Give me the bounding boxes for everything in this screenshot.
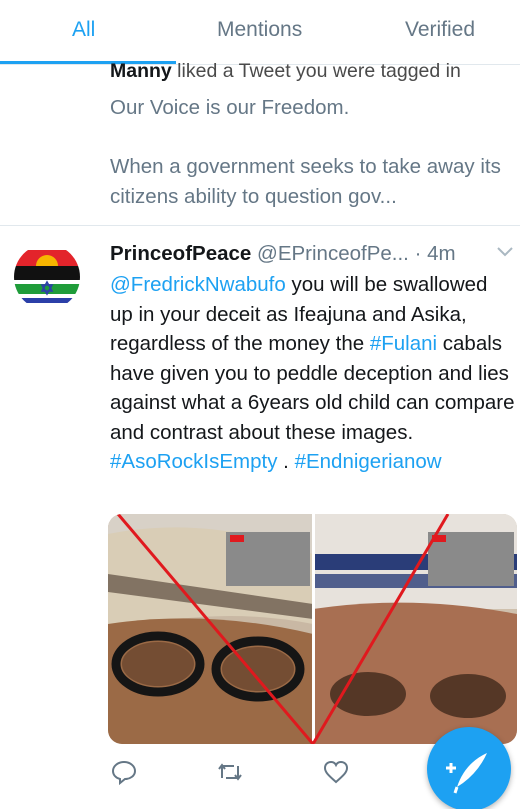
compose-tweet-icon — [446, 753, 487, 794]
like-notification[interactable]: Manny liked a Tweet you were tagged in O… — [0, 60, 520, 225]
compose-tweet-button[interactable] — [427, 727, 511, 809]
hashtag-link[interactable]: #Endnigerianow — [295, 450, 442, 473]
tweet-card[interactable]: PrinceofPeace @EPrinceofPe... · 4m @Fred… — [0, 226, 520, 809]
reply-icon[interactable] — [110, 758, 138, 786]
tab-verified[interactable]: Verified — [405, 18, 475, 42]
display-name[interactable]: PrinceofPeace — [110, 242, 251, 265]
tab-all[interactable]: All — [72, 18, 95, 42]
mention-link[interactable]: @FredrickNwabufo — [110, 273, 286, 296]
notification-tweet-line: Our Voice is our Freedom. — [110, 96, 350, 119]
heart-icon[interactable] — [322, 758, 350, 786]
notification-header: Manny liked a Tweet you were tagged in — [110, 60, 520, 86]
notification-action: liked a Tweet you were tagged in — [171, 60, 461, 82]
tweet-timestamp: · 4m — [414, 242, 456, 265]
notifications-tabs: All Mentions Verified — [0, 0, 520, 65]
hashtag-link[interactable]: #AsoRockIsEmpty — [110, 450, 277, 473]
notification-tweet-preview: Our Voice is our Freedom. When a governm… — [110, 93, 510, 212]
avatar[interactable] — [14, 244, 80, 310]
user-handle[interactable]: @EPrinceofPe... — [257, 242, 409, 265]
tweet-text: @FredrickNwabufo you will be swallowed u… — [110, 270, 515, 477]
notification-tweet-line: When a government seeks to take away its… — [110, 155, 501, 208]
tweet-text-span: . — [277, 450, 295, 473]
chevron-down-icon[interactable] — [496, 246, 514, 258]
notification-actor[interactable]: Manny — [110, 60, 172, 82]
retweet-icon[interactable] — [216, 758, 244, 786]
tweet-media-image[interactable] — [108, 514, 517, 744]
hashtag-link[interactable]: #Fulani — [370, 332, 437, 355]
tab-mentions[interactable]: Mentions — [217, 18, 302, 42]
tweet-header: PrinceofPeace @EPrinceofPe... · 4m — [110, 242, 520, 270]
